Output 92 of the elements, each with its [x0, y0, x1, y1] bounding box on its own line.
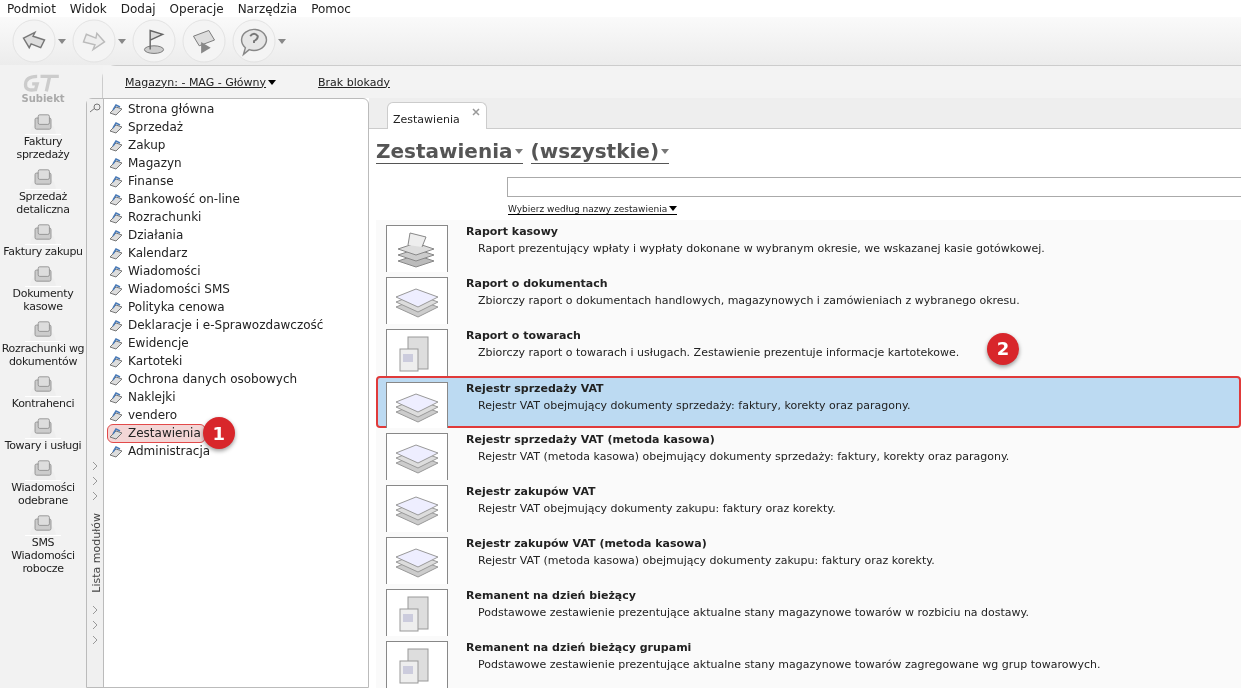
strip-label: Lista modułów [89, 513, 101, 593]
caret-icon[interactable] [669, 206, 678, 212]
module-item[interactable]: Zestawienia [107, 423, 206, 443]
menu-item[interactable]: Narzędzia [237, 1, 298, 16]
module-item[interactable]: Deklaracje i e-Sprawozdawczość [107, 315, 329, 335]
papers-icon [386, 277, 448, 325]
nav-label[interactable]: Wiadomości odebrane [0, 481, 86, 507]
papers-icon [386, 382, 448, 430]
module-icon [108, 191, 124, 207]
module-icon [108, 137, 124, 153]
report-item[interactable]: Remanent na dzień bieżący Podstawowe zestawienie prezentujące aktualne stany magazynowe towarów w rozbiciu na dostawy. [376, 584, 1241, 636]
report-item[interactable]: Rejestr sprzedaży VAT (metoda kasowa) Rejestr VAT (metoda kasowa) obejmujący dokumenty sprzedaży: faktury, korekty oraz paragony. [376, 428, 1241, 480]
module-icon [108, 443, 124, 459]
module-item[interactable]: Ochrona danych osobowych [107, 369, 303, 389]
module-item[interactable]: Polityka cenowa [107, 297, 230, 317]
nav-label[interactable]: Faktury sprzedaży [0, 135, 86, 161]
help-icon[interactable] [232, 19, 276, 63]
chevron-icon[interactable] [92, 619, 98, 630]
module-icon [108, 245, 124, 261]
module-item[interactable]: Naklejki [107, 387, 181, 407]
caret-icon[interactable] [268, 79, 277, 85]
report-item[interactable]: Raport o towarach Zbiorczy raport o towarach i usługach. Zestawienie prezentuje informacje kartotekowe. 2 [376, 324, 1241, 376]
close-icon[interactable] [471, 108, 480, 117]
chevron-icon[interactable] [92, 634, 98, 645]
nav-label[interactable]: Kontrahenci [0, 397, 86, 410]
report-item[interactable]: Remanent na dzień bieżący grupami Podstawowe zestawienie prezentujące aktualne stany magazynowe towarów zagregowane wg grup towarowych. [376, 636, 1241, 688]
module-icon [108, 209, 124, 225]
papers-icon [386, 537, 448, 585]
report-item[interactable]: Rejestr zakupów VAT Rejestr VAT obejmujący dokumenty zakupu: faktury oraz korekty. [376, 480, 1241, 532]
module-item[interactable]: Rozrachunki [107, 207, 207, 227]
papers-icon [386, 485, 448, 533]
nav-label[interactable]: Rozrachunki wg dokumentów [0, 342, 86, 368]
module-item[interactable]: Wiadomości SMS [107, 279, 235, 299]
module-icon [108, 227, 124, 243]
search-field[interactable] [507, 177, 1241, 197]
module-icon [108, 155, 124, 171]
module-item[interactable]: Bankowość on-line [107, 189, 245, 209]
callout-badge: 2 [987, 333, 1019, 365]
flag-icon[interactable] [132, 19, 176, 63]
module-item[interactable]: Zakup [107, 135, 171, 155]
nav-label[interactable]: Faktury zakupu [0, 245, 86, 258]
menu-item[interactable]: Dodaj [120, 1, 156, 16]
menu-item[interactable]: Operacje [169, 1, 224, 16]
papers-icon [386, 433, 448, 481]
report-item[interactable]: Rejestr sprzedaży VAT Rejestr VAT obejmujący dokumenty sprzedaży: faktury, korekty oraz paragony. [376, 376, 1241, 428]
module-item[interactable]: Kalendarz [107, 243, 193, 263]
callout-badge: 1 [202, 417, 235, 449]
nav-label[interactable]: Sprzedaż detaliczna [0, 190, 86, 216]
boxes-icon [386, 589, 448, 637]
nav-label[interactable]: Towary i usługi [0, 439, 86, 452]
module-icon [108, 317, 124, 333]
module-icon [108, 173, 124, 189]
banknotes-icon [386, 225, 448, 273]
module-icon [108, 407, 124, 423]
module-item[interactable]: Działania [107, 225, 189, 245]
module-icon [108, 119, 124, 135]
chevron-icon[interactable] [92, 604, 98, 615]
module-icon [108, 353, 124, 369]
module-item[interactable]: Finanse [107, 171, 179, 191]
pin-icon[interactable] [89, 103, 101, 113]
report-item[interactable]: Rejestr zakupów VAT (metoda kasowa) Rejestr VAT (metoda kasowa) obejmujący dokumenty zakupu: faktury oraz korekty. [376, 532, 1241, 584]
report-item[interactable]: Raport kasowy Raport prezentujący wpłaty i wypłaty dokonane w wybranym okresie, we wskazanej kasie gotówkowej. [376, 220, 1241, 272]
module-icon [108, 389, 124, 405]
module-item[interactable]: Ewidencje [107, 333, 194, 353]
module-icon [108, 371, 124, 387]
nav-label[interactable]: Dokumenty kasowe [0, 287, 86, 313]
module-item[interactable]: Kartoteki [107, 351, 188, 371]
boxes-icon [386, 329, 448, 377]
sort-link[interactable]: Wybierz według nazwy zestawienia [508, 204, 678, 215]
menu-item[interactable]: Podmiot [7, 1, 56, 16]
warehouse-link[interactable]: Magazyn: - MAG - Główny [125, 75, 277, 89]
module-item[interactable]: Strona główna [107, 99, 220, 119]
nav-label[interactable]: SMS Wiadomości robocze [0, 536, 86, 575]
module-item[interactable]: Magazyn [107, 153, 187, 173]
tab[interactable]: Zestawienia [387, 102, 487, 130]
module-icon [108, 299, 124, 315]
module-icon [108, 281, 124, 297]
module-icon [108, 101, 124, 117]
menu-item[interactable]: Widok [69, 1, 107, 16]
category-dropdown[interactable]: Zestawienia [376, 139, 523, 165]
brand-name: Subiekt [21, 93, 65, 104]
module-item[interactable]: vendero [107, 405, 183, 425]
filter-dropdown[interactable]: (wszystkie) [530, 139, 670, 165]
report-item[interactable]: Raport o dokumentach Zbiorczy raport o dokumentach handlowych, magazynowych i zamówieniach z wybranego okresu. [376, 272, 1241, 324]
menu-item[interactable]: Pomoc [311, 1, 351, 16]
module-icon [108, 335, 124, 351]
module-item[interactable]: Wiadomości [107, 261, 206, 281]
boxes-icon [386, 641, 448, 688]
module-item[interactable]: Sprzedaż [107, 117, 189, 137]
module-icon [108, 425, 124, 441]
module-icon [108, 263, 124, 279]
lock-link[interactable]: Brak blokady [318, 75, 390, 89]
